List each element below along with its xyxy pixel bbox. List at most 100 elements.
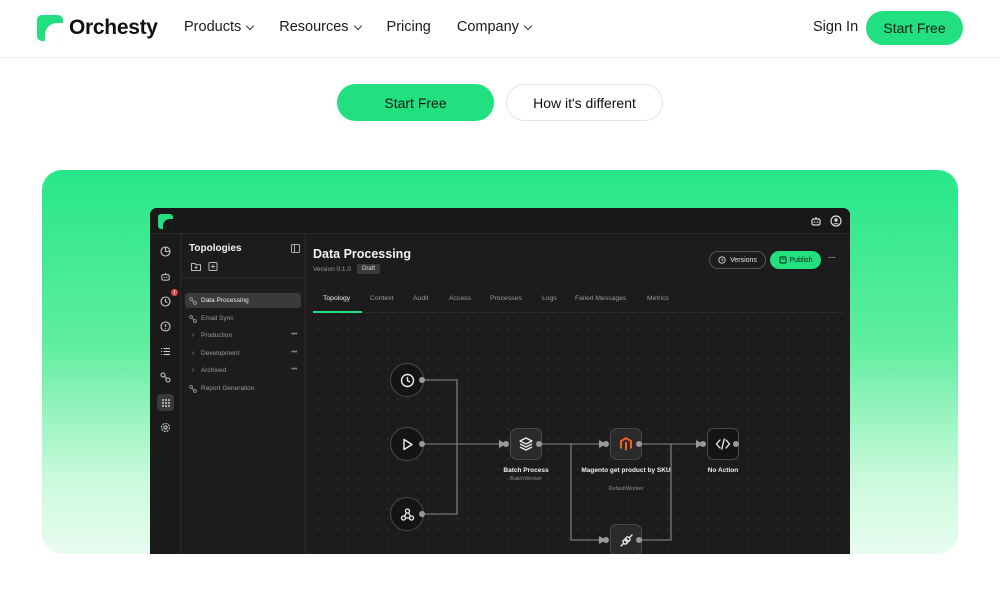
sidebar-item-data-processing[interactable]: Data Processing	[185, 293, 301, 308]
sidebar-item-label: Archived	[201, 367, 227, 374]
tab-topology[interactable]: Topology	[323, 295, 350, 302]
sidebar-folder-production[interactable]: › Production •••	[185, 328, 301, 343]
sidebar-divider	[181, 277, 306, 278]
version-label: Version 0.1.0	[313, 266, 351, 273]
hero-start-free-button[interactable]: Start Free	[337, 84, 494, 121]
sidebar-item-label: Data Processing	[201, 297, 249, 304]
output-port[interactable]	[419, 511, 425, 517]
webhook-icon	[400, 507, 414, 521]
tab-access[interactable]: Access	[449, 295, 471, 302]
topology-icon	[189, 296, 197, 305]
user-circle-icon[interactable]	[830, 215, 842, 227]
output-port[interactable]	[536, 441, 542, 447]
menu-resources-label: Resources	[279, 19, 349, 35]
magento-node-worker: DefaultWorker	[608, 486, 644, 492]
output-port[interactable]	[419, 441, 425, 447]
output-port[interactable]	[733, 441, 739, 447]
app-preview-window: ! Topologies Data Processing Email Sync …	[150, 208, 850, 554]
input-port[interactable]	[603, 537, 609, 543]
tab-metrics[interactable]: Metrics	[647, 295, 669, 302]
chevron-right-icon: ›	[191, 350, 195, 357]
magento-node-label: Magento get product by SKU	[581, 467, 671, 474]
menu-products[interactable]: Products	[184, 19, 255, 35]
topology-icon	[189, 384, 197, 393]
sidebar-item-label: Development	[201, 350, 240, 357]
app-titlebar	[150, 208, 850, 234]
layers-icon	[519, 437, 533, 451]
sidebar-item-report-generation[interactable]: Report Generation	[185, 381, 301, 396]
magento-icon	[620, 437, 632, 451]
sidebar-folder-archived[interactable]: › Archived •••	[185, 363, 301, 378]
chevron-down-icon	[245, 21, 255, 30]
sidebar-item-email-sync[interactable]: Email Sync	[185, 311, 301, 326]
dashboard-icon[interactable]	[157, 243, 174, 260]
output-port[interactable]	[419, 377, 425, 383]
top-nav: Orchesty Products Resources Pricing Comp…	[0, 0, 1000, 58]
versions-button[interactable]: Versions	[709, 251, 766, 269]
menu-pricing-label: Pricing	[386, 19, 431, 35]
output-port[interactable]	[636, 441, 642, 447]
page-title: Data Processing	[313, 247, 411, 261]
tab-processes[interactable]: Processes	[490, 295, 522, 302]
versions-button-label: Versions	[730, 256, 757, 264]
alert-icon[interactable]	[157, 318, 174, 335]
topology-icon[interactable]	[157, 369, 174, 386]
input-port[interactable]	[603, 441, 609, 447]
more-options-icon[interactable]: ···	[828, 252, 836, 263]
tab-failed-messages[interactable]: Failed Messages	[575, 295, 626, 302]
tab-logs[interactable]: Logs	[542, 295, 557, 302]
active-tab-indicator	[313, 311, 362, 313]
app-icon-rail: !	[150, 234, 181, 554]
bot-icon[interactable]	[157, 268, 174, 285]
menu-company-label: Company	[456, 19, 519, 35]
collapse-sidebar-icon[interactable]	[291, 244, 300, 253]
menu-pricing[interactable]: Pricing	[387, 19, 431, 35]
menu-resources[interactable]: Resources	[279, 19, 362, 35]
app-logo-icon	[158, 214, 173, 229]
main-menu: Products Resources Pricing Company	[184, 19, 533, 35]
menu-products-label: Products	[184, 19, 242, 35]
grid-icon[interactable]	[157, 394, 174, 411]
list-icon[interactable]	[157, 343, 174, 360]
nav-start-free-button[interactable]: Start Free	[866, 11, 963, 45]
more-options-icon[interactable]: •••	[291, 331, 297, 338]
topology-tabs: Topology Context Audit Access Processes …	[313, 291, 843, 313]
more-options-icon[interactable]: •••	[291, 366, 297, 373]
tab-audit[interactable]: Audit	[413, 295, 429, 302]
notification-badge: !	[171, 289, 178, 296]
clock-icon	[400, 373, 414, 387]
bot-icon[interactable]	[810, 215, 822, 227]
batch-process-label: Batch Process	[503, 467, 549, 474]
output-port[interactable]	[636, 537, 642, 543]
topology-editor: Data Processing Version 0.1.0 Draft Vers…	[306, 234, 850, 554]
input-port[interactable]	[503, 441, 509, 447]
tab-context[interactable]: Context	[370, 295, 393, 302]
play-icon	[402, 438, 413, 450]
chevron-right-icon: ›	[191, 367, 195, 374]
chevron-down-icon	[523, 21, 533, 30]
chevron-right-icon: ›	[191, 332, 195, 339]
sidebar-folder-development[interactable]: › Development •••	[185, 346, 301, 361]
more-options-icon[interactable]: •••	[291, 349, 297, 356]
new-topology-icon[interactable]	[208, 262, 218, 271]
orchesty-logo-icon	[37, 15, 63, 41]
no-action-label: No Action	[707, 467, 739, 474]
plug-icon	[619, 533, 633, 547]
topology-icon	[189, 314, 197, 323]
publish-button[interactable]: Publish	[770, 251, 821, 269]
hero-how-different-button[interactable]: How it's different	[506, 84, 663, 121]
sign-in-link[interactable]: Sign In	[813, 19, 858, 35]
topologies-sidebar: Topologies Data Processing Email Sync › …	[181, 234, 306, 554]
topology-canvas[interactable]: Batch Process BatchWorker Magento get pr…	[313, 314, 843, 554]
brand-logo[interactable]: Orchesty	[37, 15, 158, 41]
sidebar-item-label: Report Generation	[201, 385, 255, 392]
menu-company[interactable]: Company	[456, 19, 533, 35]
publish-button-label: Publish	[789, 256, 813, 264]
batch-process-worker: BatchWorker	[510, 476, 542, 482]
input-port[interactable]	[700, 441, 706, 447]
new-folder-icon[interactable]	[191, 262, 201, 271]
sidebar-item-label: Email Sync	[201, 315, 234, 322]
clock-icon[interactable]	[157, 293, 174, 310]
status-badge: Draft	[357, 264, 381, 274]
gear-icon[interactable]	[157, 419, 174, 436]
